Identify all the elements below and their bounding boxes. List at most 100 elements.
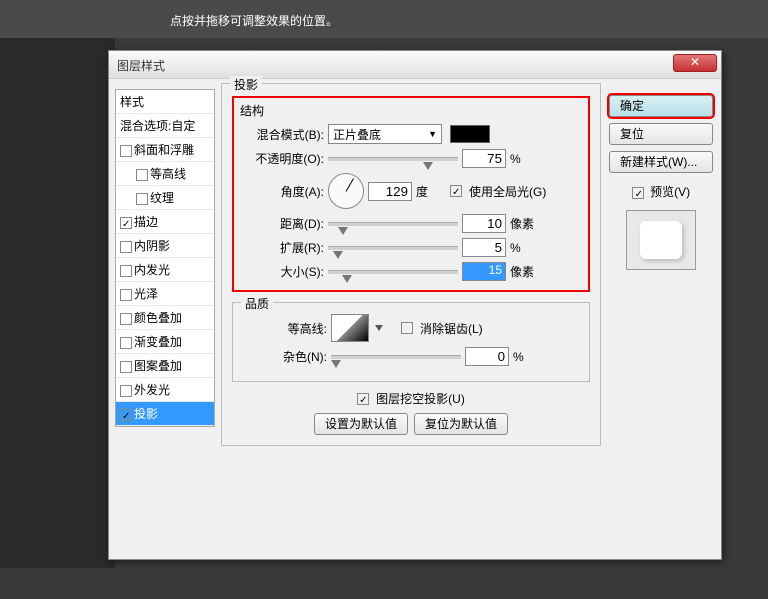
- contour-picker[interactable]: [331, 314, 369, 342]
- styles-header[interactable]: 样式: [116, 90, 214, 114]
- preview-label: 预览(V): [650, 185, 690, 199]
- distance-slider[interactable]: [328, 222, 458, 226]
- style-item[interactable]: 内阴影: [116, 234, 214, 258]
- styles-list: 样式 混合选项:自定 斜面和浮雕等高线纹理描边内阴影内发光光泽颜色叠加渐变叠加图…: [115, 89, 215, 427]
- style-checkbox[interactable]: [120, 337, 132, 349]
- blend-options[interactable]: 混合选项:自定: [116, 114, 214, 138]
- structure-title: 结构: [240, 102, 582, 119]
- opacity-input[interactable]: [462, 149, 506, 168]
- style-item[interactable]: 颜色叠加: [116, 306, 214, 330]
- noise-label: 杂色(N):: [243, 348, 327, 365]
- close-icon: ✕: [690, 55, 700, 69]
- spread-slider[interactable]: [328, 246, 458, 250]
- style-checkbox[interactable]: [136, 193, 148, 205]
- set-default-button[interactable]: 设置为默认值: [314, 413, 408, 435]
- style-label: 纹理: [150, 191, 174, 205]
- chevron-down-icon[interactable]: [375, 325, 383, 331]
- spread-label: 扩展(R):: [240, 239, 324, 256]
- style-item[interactable]: 描边: [116, 210, 214, 234]
- section-title: 投影: [230, 76, 262, 93]
- opacity-slider[interactable]: [328, 157, 458, 161]
- close-button[interactable]: ✕: [673, 54, 717, 72]
- dialog-title: 图层样式: [117, 57, 165, 74]
- angle-dial[interactable]: [328, 173, 364, 209]
- hint-text: 点按并拖移可调整效果的位置。: [170, 14, 338, 28]
- style-checkbox[interactable]: [120, 241, 132, 253]
- style-label: 描边: [134, 215, 158, 229]
- layer-style-dialog: 图层样式 ✕ 样式 混合选项:自定 斜面和浮雕等高线纹理描边内阴影内发光光泽颜色…: [108, 50, 722, 560]
- style-checkbox[interactable]: [120, 265, 132, 277]
- shadow-section: 投影 结构 混合模式(B): 正片叠底 ▼ 不透明度(O):: [221, 83, 601, 446]
- distance-unit: 像素: [510, 215, 540, 232]
- right-buttons: 确定 复位 新建样式(W)... 预览(V): [609, 95, 713, 270]
- blend-mode-select[interactable]: 正片叠底 ▼: [328, 124, 442, 144]
- style-item[interactable]: 投影: [116, 402, 214, 426]
- spread-unit: %: [510, 241, 540, 255]
- style-item[interactable]: 图案叠加: [116, 354, 214, 378]
- style-item[interactable]: 等高线: [116, 162, 214, 186]
- noise-slider[interactable]: [331, 355, 461, 359]
- structure-highlight: 结构 混合模式(B): 正片叠底 ▼ 不透明度(O): %: [232, 96, 590, 292]
- cancel-button[interactable]: 复位: [609, 123, 713, 145]
- hint-bar: 点按并拖移可调整效果的位置。: [0, 0, 768, 38]
- style-item[interactable]: 渐变叠加: [116, 330, 214, 354]
- style-label: 颜色叠加: [134, 311, 182, 325]
- angle-label: 角度(A):: [240, 183, 324, 200]
- new-style-button[interactable]: 新建样式(W)...: [609, 151, 713, 173]
- style-item[interactable]: 纹理: [116, 186, 214, 210]
- style-checkbox[interactable]: [120, 217, 132, 229]
- style-item[interactable]: 斜面和浮雕: [116, 138, 214, 162]
- style-item[interactable]: 内发光: [116, 258, 214, 282]
- opacity-label: 不透明度(O):: [240, 150, 324, 167]
- distance-input[interactable]: [462, 214, 506, 233]
- quality-title: 品质: [241, 295, 273, 312]
- style-label: 渐变叠加: [134, 335, 182, 349]
- preview-checkbox[interactable]: [632, 187, 644, 199]
- size-slider[interactable]: [328, 270, 458, 274]
- style-checkbox[interactable]: [136, 169, 148, 181]
- distance-label: 距离(D):: [240, 215, 324, 232]
- angle-unit: 度: [416, 183, 446, 200]
- style-label: 光泽: [134, 287, 158, 301]
- global-light-checkbox[interactable]: [450, 185, 462, 197]
- style-label: 外发光: [134, 383, 170, 397]
- spread-input[interactable]: [462, 238, 506, 257]
- style-checkbox[interactable]: [120, 385, 132, 397]
- style-checkbox[interactable]: [120, 361, 132, 373]
- size-label: 大小(S):: [240, 263, 324, 280]
- style-label: 投影: [134, 407, 158, 421]
- knockout-checkbox[interactable]: [357, 393, 369, 405]
- preview-inner: [640, 221, 682, 259]
- style-item[interactable]: 外发光: [116, 378, 214, 402]
- background: [0, 38, 115, 568]
- style-checkbox[interactable]: [120, 289, 132, 301]
- contour-label: 等高线:: [243, 320, 327, 337]
- style-label: 内阴影: [134, 239, 170, 253]
- style-label: 图案叠加: [134, 359, 182, 373]
- style-label: 等高线: [150, 167, 186, 181]
- style-item[interactable]: 光泽: [116, 282, 214, 306]
- noise-unit: %: [513, 350, 543, 364]
- style-label: 内发光: [134, 263, 170, 277]
- dialog-content: 样式 混合选项:自定 斜面和浮雕等高线纹理描边内阴影内发光光泽颜色叠加渐变叠加图…: [109, 79, 721, 559]
- style-label: 斜面和浮雕: [134, 143, 194, 157]
- size-unit: 像素: [510, 263, 540, 280]
- reset-default-button[interactable]: 复位为默认值: [414, 413, 508, 435]
- global-light-label: 使用全局光(G): [469, 183, 546, 200]
- style-checkbox[interactable]: [120, 145, 132, 157]
- antialias-checkbox[interactable]: [401, 322, 413, 334]
- size-input[interactable]: 15: [462, 262, 506, 281]
- opacity-unit: %: [510, 152, 540, 166]
- antialias-label: 消除锯齿(L): [420, 320, 483, 337]
- chevron-down-icon: ▼: [428, 129, 437, 139]
- titlebar[interactable]: 图层样式 ✕: [109, 51, 721, 79]
- style-checkbox[interactable]: [120, 409, 132, 421]
- ok-button[interactable]: 确定: [609, 95, 713, 117]
- knockout-label: 图层挖空投影(U): [376, 390, 465, 407]
- angle-input[interactable]: [368, 182, 412, 201]
- blend-mode-label: 混合模式(B):: [240, 126, 324, 143]
- shadow-color[interactable]: [450, 125, 490, 143]
- noise-input[interactable]: [465, 347, 509, 366]
- style-checkbox[interactable]: [120, 313, 132, 325]
- settings-panel: 投影 结构 混合模式(B): 正片叠底 ▼ 不透明度(O):: [221, 83, 601, 553]
